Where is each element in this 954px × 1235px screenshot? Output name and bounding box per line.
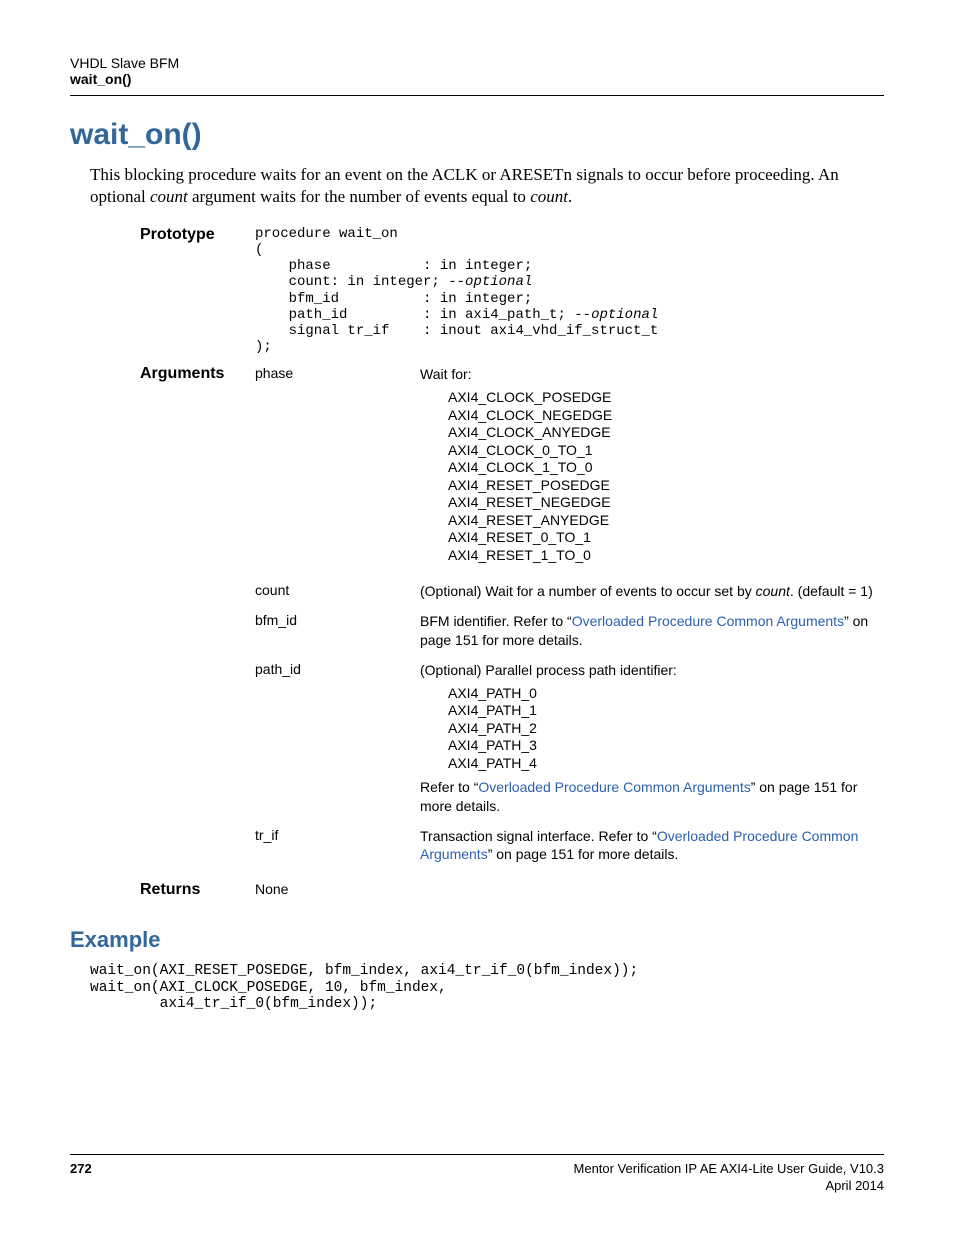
proto-comment-2: --optional: [574, 307, 658, 323]
arguments-label: Arguments: [140, 365, 255, 383]
page-header: VHDL Slave BFM wait_on(): [70, 55, 884, 87]
proto-code-2: bfm_id : in integer; path_id : in axi4_p…: [255, 291, 574, 323]
arg-count-desc-italic: count: [756, 583, 790, 599]
page-title: wait_on(): [70, 118, 884, 152]
arg-bfm-id: bfm_id BFM identifier. Refer to “Overloa…: [255, 612, 884, 648]
proto-code-3: signal tr_if : inout axi4_vhd_if_struct_…: [255, 323, 658, 355]
arg-tr-if-desc: Transaction signal interface. Refer to “…: [420, 827, 884, 863]
prototype-code: procedure wait_on ( phase : in integer; …: [255, 226, 884, 355]
arg-phase-name: phase: [255, 365, 420, 381]
arg-phase-enums: AXI4_CLOCK_POSEDGE AXI4_CLOCK_NEGEDGE AX…: [448, 389, 884, 564]
arg-path-id-desc-1: Refer to “: [420, 779, 478, 795]
arg-tr-if-desc-2: ” on page 151 for more details.: [488, 846, 679, 862]
intro-text-3: .: [568, 187, 572, 206]
example-heading: Example: [70, 927, 884, 953]
arg-path-id: path_id (Optional) Parallel process path…: [255, 661, 884, 815]
link-overloaded-1[interactable]: Overloaded Procedure Common Arguments: [572, 613, 844, 629]
header-section: wait_on(): [70, 71, 884, 87]
arg-count-desc-2: . (default = 1): [790, 583, 873, 599]
arg-count-desc: (Optional) Wait for a number of events t…: [420, 582, 884, 600]
arg-tr-if: tr_if Transaction signal interface. Refe…: [255, 827, 884, 863]
arg-count: count (Optional) Wait for a number of ev…: [255, 582, 884, 600]
arg-bfm-id-desc: BFM identifier. Refer to “Overloaded Pro…: [420, 612, 884, 648]
footer-divider: [70, 1154, 884, 1155]
arg-tr-if-desc-1: Transaction signal interface. Refer to “: [420, 828, 657, 844]
intro-italic-1: count: [150, 187, 188, 206]
returns-row: Returns None: [140, 881, 884, 899]
arg-tr-if-name: tr_if: [255, 827, 420, 843]
arg-phase-desc: Wait for:: [420, 365, 884, 383]
arg-count-desc-1: (Optional) Wait for a number of events t…: [420, 583, 756, 599]
arg-bfm-id-desc-1: BFM identifier. Refer to “: [420, 613, 572, 629]
arg-path-id-lead: (Optional) Parallel process path identif…: [420, 661, 884, 679]
arg-count-name: count: [255, 582, 420, 598]
intro-italic-2: count: [530, 187, 568, 206]
arg-path-id-enums: AXI4_PATH_0 AXI4_PATH_1 AXI4_PATH_2 AXI4…: [448, 685, 884, 773]
arguments-row: Arguments phase Wait for: AXI4_CLOCK_POS…: [140, 365, 884, 875]
arg-phase: phase Wait for: AXI4_CLOCK_POSEDGE AXI4_…: [255, 365, 884, 570]
intro-text-2: argument waits for the number of events …: [188, 187, 530, 206]
footer-page-number: 272: [70, 1161, 92, 1195]
arg-bfm-id-name: bfm_id: [255, 612, 420, 628]
intro-paragraph: This blocking procedure waits for an eve…: [90, 164, 884, 208]
arg-path-id-name: path_id: [255, 661, 420, 677]
proto-comment-1: --optional: [448, 274, 532, 290]
returns-value: None: [255, 881, 420, 897]
footer-date: April 2014: [574, 1178, 884, 1195]
header-chapter: VHDL Slave BFM: [70, 55, 884, 71]
example-code: wait_on(AXI_RESET_POSEDGE, bfm_index, ax…: [90, 963, 884, 1013]
prototype-label: Prototype: [140, 226, 255, 244]
page-footer: 272 Mentor Verification IP AE AXI4-Lite …: [70, 1154, 884, 1195]
arg-path-id-refer: Refer to “Overloaded Procedure Common Ar…: [420, 778, 884, 814]
link-overloaded-2[interactable]: Overloaded Procedure Common Arguments: [478, 779, 750, 795]
prototype-row: Prototype procedure wait_on ( phase : in…: [140, 226, 884, 355]
footer-doc-title: Mentor Verification IP AE AXI4-Lite User…: [574, 1161, 884, 1178]
returns-label: Returns: [140, 881, 255, 899]
header-divider: [70, 95, 884, 96]
